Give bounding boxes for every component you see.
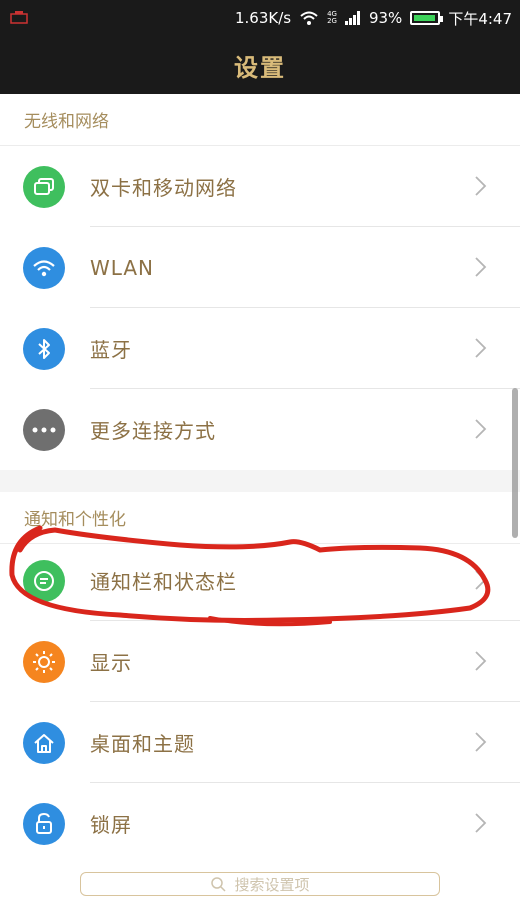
settings-item-notification-bar[interactable]: 通知栏和状态栏 bbox=[0, 540, 520, 621]
battery-icon bbox=[410, 11, 444, 25]
settings-item-bluetooth[interactable]: 蓝牙 bbox=[0, 308, 520, 389]
status-bar: 1.63K/s 4G 2G 93% 下午4:47 bbox=[0, 0, 520, 36]
page-title: 设置 bbox=[234, 53, 286, 82]
settings-item-wlan[interactable]: WLAN bbox=[0, 227, 520, 308]
section-title: 通知和个性化 bbox=[24, 510, 126, 530]
scrollbar[interactable] bbox=[512, 388, 518, 538]
settings-item-dual-sim[interactable]: 双卡和移动网络 bbox=[0, 146, 520, 227]
lock-icon bbox=[23, 803, 65, 845]
chevron-right-icon bbox=[475, 651, 487, 671]
notification-icon bbox=[23, 560, 65, 602]
wifi-status-icon bbox=[300, 11, 318, 25]
section-header-notifications: 通知和个性化 bbox=[0, 492, 520, 544]
settings-item-more-connections[interactable]: 更多连接方式 bbox=[0, 389, 520, 470]
chevron-right-icon bbox=[475, 732, 487, 752]
search-settings-input[interactable]: 搜索设置项 bbox=[80, 872, 440, 896]
chevron-right-icon bbox=[475, 338, 487, 358]
settings-item-display[interactable]: 显示 bbox=[0, 621, 520, 702]
network-speed: 1.63K/s bbox=[234, 9, 292, 27]
section-title: 无线和网络 bbox=[24, 112, 109, 132]
notification-app-icon bbox=[10, 11, 28, 24]
brightness-icon bbox=[23, 641, 65, 683]
chevron-right-icon bbox=[475, 257, 487, 277]
chevron-right-icon bbox=[475, 813, 487, 833]
bluetooth-icon bbox=[23, 328, 65, 370]
search-placeholder: 搜索设置项 bbox=[234, 875, 310, 894]
wifi-icon bbox=[23, 247, 65, 289]
chevron-right-icon bbox=[475, 176, 487, 196]
chevron-right-icon bbox=[475, 570, 487, 590]
settings-item-label: WLAN bbox=[90, 255, 155, 280]
clock: 下午4:47 bbox=[448, 9, 512, 28]
network-type-badge: 4G 2G bbox=[327, 11, 337, 25]
settings-item-label: 显示 bbox=[90, 651, 132, 675]
section-header-wireless: 无线和网络 bbox=[0, 94, 520, 146]
more-dots-icon bbox=[23, 409, 65, 451]
network-type-bottom: 2G bbox=[327, 17, 337, 25]
settings-item-label: 锁屏 bbox=[90, 813, 132, 837]
search-icon bbox=[211, 877, 227, 892]
settings-item-label: 通知栏和状态栏 bbox=[90, 570, 237, 594]
battery-fill bbox=[414, 15, 435, 21]
settings-item-label: 双卡和移动网络 bbox=[90, 176, 237, 200]
settings-item-lock-screen[interactable]: 锁屏 bbox=[0, 783, 520, 864]
signal-strength-icon bbox=[344, 11, 360, 25]
home-icon bbox=[23, 722, 65, 764]
settings-item-label: 更多连接方式 bbox=[90, 419, 216, 443]
page-title-bar: 设置 bbox=[0, 36, 520, 94]
sim-cards-icon bbox=[23, 166, 65, 208]
settings-item-label: 蓝牙 bbox=[90, 338, 132, 362]
section-separator bbox=[0, 470, 520, 492]
chevron-right-icon bbox=[475, 419, 487, 439]
settings-item-desktop-theme[interactable]: 桌面和主题 bbox=[0, 702, 520, 783]
settings-item-label: 桌面和主题 bbox=[90, 732, 195, 756]
battery-percent: 93% bbox=[368, 9, 403, 27]
